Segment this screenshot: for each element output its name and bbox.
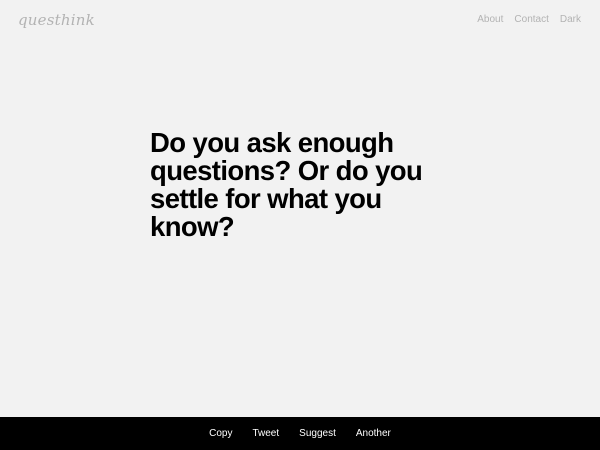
another-button[interactable]: Another bbox=[356, 428, 391, 439]
site-logo[interactable]: questhink bbox=[18, 11, 95, 29]
nav-about-link[interactable]: About bbox=[477, 14, 503, 25]
nav-contact-link[interactable]: Contact bbox=[514, 14, 548, 25]
tweet-button[interactable]: Tweet bbox=[252, 428, 279, 439]
top-nav: About Contact Dark bbox=[477, 14, 581, 25]
question-text: Do you ask enough questions? Or do you s… bbox=[150, 127, 423, 242]
suggest-button[interactable]: Suggest bbox=[299, 428, 336, 439]
copy-button[interactable]: Copy bbox=[209, 428, 232, 439]
dark-mode-toggle[interactable]: Dark bbox=[560, 14, 581, 25]
action-bar: Copy Tweet Suggest Another bbox=[0, 417, 600, 450]
